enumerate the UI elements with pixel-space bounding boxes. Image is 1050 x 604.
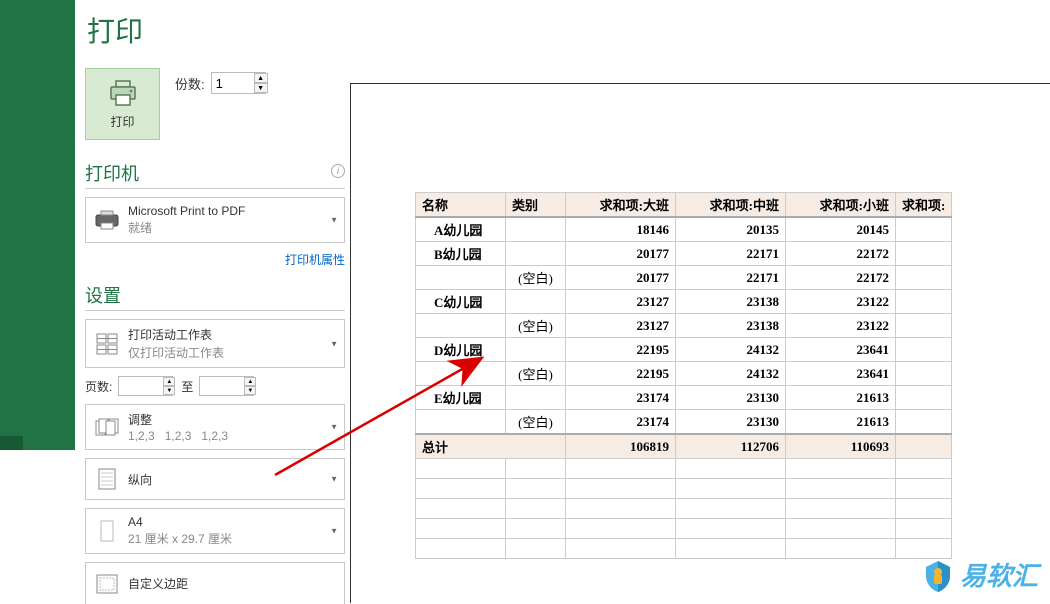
page-to-down[interactable]: ▼ (244, 386, 256, 395)
printer-section-header: 打印机 i (85, 160, 345, 189)
margins-selector[interactable]: 自定义边距 (85, 562, 345, 604)
print-preview: 名称 类别 求和项:大班 求和项:中班 求和项:小班 求和项: A幼儿园1814… (350, 83, 1050, 603)
col-extra: 求和项: (896, 193, 952, 218)
collate-desc: 1,2,3 1,2,3 1,2,3 (128, 429, 228, 443)
info-icon[interactable]: i (331, 164, 345, 178)
page-range: 页数: ▲ ▼ 至 ▲ ▼ (85, 376, 345, 396)
page-range-to: 至 (181, 378, 193, 395)
watermark: 易软汇 (924, 556, 1038, 593)
col-x: 求和项:小班 (786, 193, 896, 218)
watermark-icon (924, 559, 952, 591)
page-range-label: 页数: (85, 378, 112, 395)
table-row (416, 519, 952, 539)
table-row: (空白)221952413223641 (416, 362, 952, 386)
paper-label: A4 (128, 515, 232, 529)
printer-section-label: 打印机 (85, 164, 139, 184)
page-to-up[interactable]: ▲ (244, 377, 256, 386)
chevron-down-icon: ▼ (330, 475, 338, 484)
collate-label: 调整 (128, 411, 228, 428)
chevron-down-icon: ▼ (330, 339, 338, 348)
copies-field: 份数: ▲ ▼ (175, 72, 268, 94)
chevron-down-icon: ▼ (330, 216, 338, 225)
table-row: A幼儿园181462013520145 (416, 217, 952, 242)
printer-properties-link[interactable]: 打印机属性 (285, 253, 345, 267)
settings-section-header: 设置 (85, 282, 345, 311)
collate-icon (94, 416, 120, 438)
copies-spin-up[interactable]: ▲ (254, 73, 268, 83)
table-row: (空白)231742313021613 (416, 410, 952, 435)
margins-icon (94, 574, 120, 594)
table-row (416, 479, 952, 499)
paper-desc: 21 厘米 x 29.7 厘米 (128, 530, 232, 547)
watermark-text: 易软汇 (960, 556, 1038, 593)
table-row: E幼儿园231742313021613 (416, 386, 952, 410)
copies-label: 份数: (175, 74, 205, 93)
settings-section-label: 设置 (85, 286, 121, 306)
printer-selector[interactable]: Microsoft Print to PDF 就绪 ▼ (85, 197, 345, 243)
printer-status: 就绪 (128, 219, 245, 236)
chevron-down-icon: ▼ (330, 423, 338, 432)
chevron-down-icon: ▼ (330, 527, 338, 536)
table-row: C幼儿园231272313823122 (416, 290, 952, 314)
collate-selector[interactable]: 调整 1,2,3 1,2,3 1,2,3 ▼ (85, 404, 345, 450)
margins-label: 自定义边距 (128, 575, 188, 592)
total-row: 总计106819112706110693 (416, 434, 952, 459)
page-from-down[interactable]: ▼ (163, 386, 175, 395)
print-what-label: 打印活动工作表 (128, 326, 224, 343)
print-button-label: 打印 (110, 113, 134, 130)
col-d: 求和项:大班 (566, 193, 676, 218)
copies-spin-down[interactable]: ▼ (254, 83, 268, 93)
col-name: 名称 (416, 193, 506, 218)
table-row: D幼儿园221952413223641 (416, 338, 952, 362)
col-z: 求和项:中班 (676, 193, 786, 218)
paper-size-selector[interactable]: A4 21 厘米 x 29.7 厘米 ▼ (85, 508, 345, 554)
print-button[interactable]: 打印 (85, 68, 160, 140)
col-cat: 类别 (506, 193, 566, 218)
table-row: (空白)201772217122172 (416, 266, 952, 290)
orientation-label: 纵向 (128, 471, 152, 488)
table-row: B幼儿园201772217122172 (416, 242, 952, 266)
table-row: (空白)231272313823122 (416, 314, 952, 338)
print-settings-panel: 打印 份数: ▲ ▼ 打印机 i (85, 68, 345, 604)
paper-icon (94, 520, 120, 542)
backstage-nav-sidebar[interactable] (0, 0, 75, 450)
orientation-selector[interactable]: 纵向 ▼ (85, 458, 345, 500)
print-what-selector[interactable]: 打印活动工作表 仅打印活动工作表 ▼ (85, 319, 345, 368)
print-what-desc: 仅打印活动工作表 (128, 344, 224, 361)
page-from-up[interactable]: ▲ (163, 377, 175, 386)
page-title: 打印 (87, 10, 1050, 50)
printer-name: Microsoft Print to PDF (128, 204, 245, 218)
table-row (416, 459, 952, 479)
table-row (416, 499, 952, 519)
table-row (416, 539, 952, 559)
printer-icon (107, 79, 139, 107)
portrait-icon (94, 468, 120, 490)
pivot-table: 名称 类别 求和项:大班 求和项:中班 求和项:小班 求和项: A幼儿园1814… (415, 192, 952, 559)
sheets-icon (94, 333, 120, 355)
printer-device-icon (94, 210, 120, 230)
